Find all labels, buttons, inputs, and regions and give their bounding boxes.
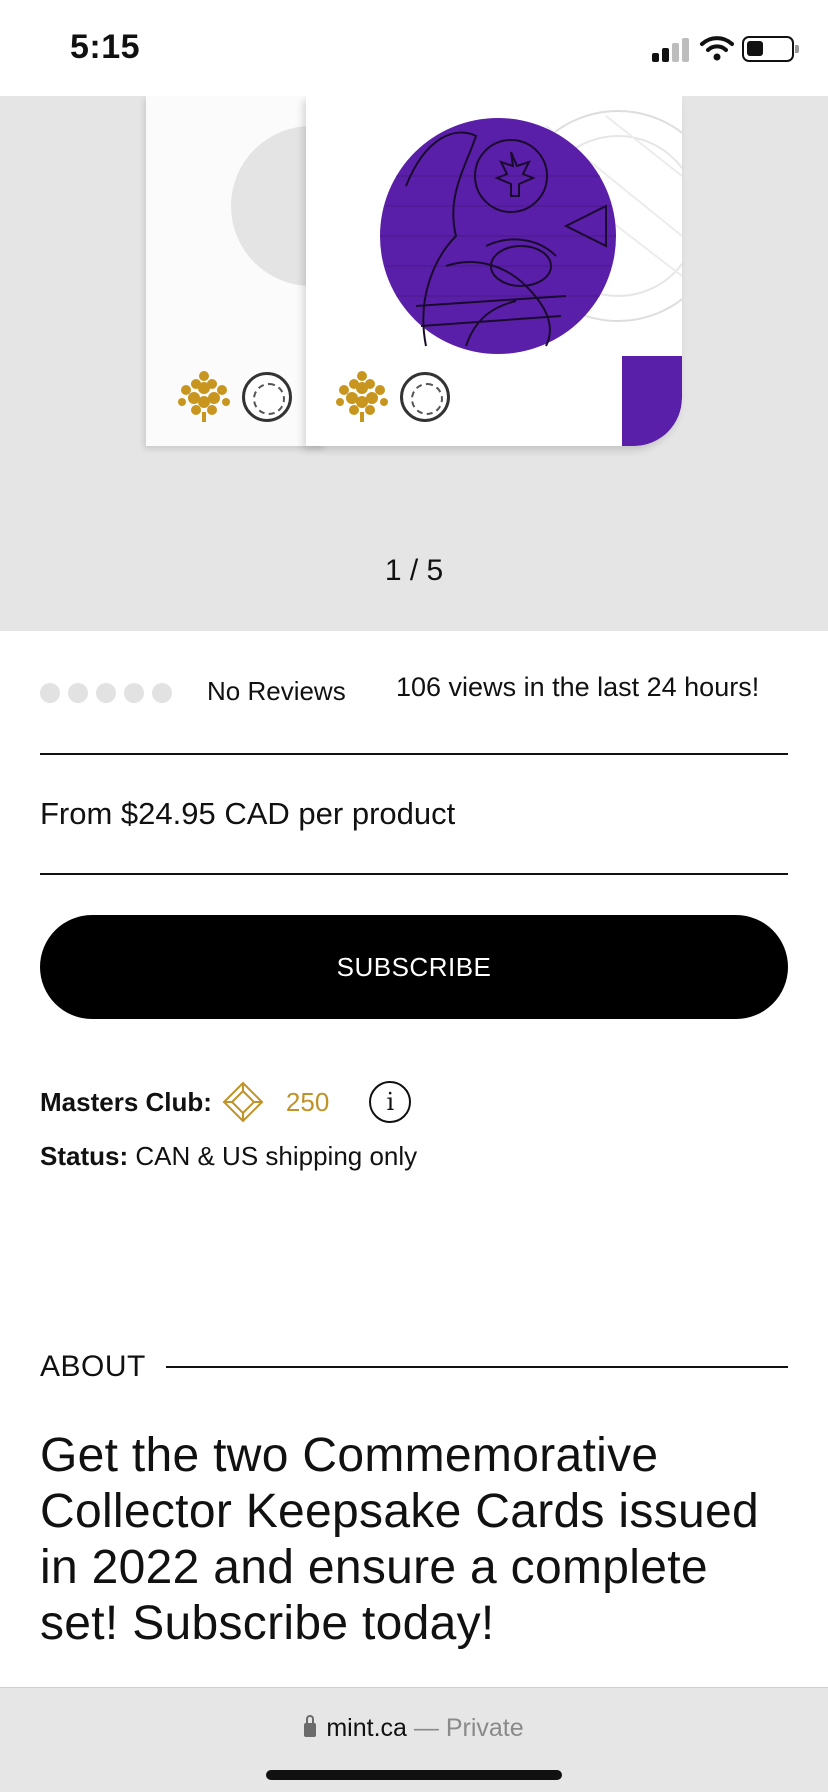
rating-dot-icon: [68, 683, 88, 703]
divider: [40, 753, 788, 755]
cellular-signal-icon: [652, 38, 689, 62]
battery-icon: [742, 36, 799, 62]
rating-dot-icon: [96, 683, 116, 703]
keepsake-card-front-image: [306, 96, 682, 446]
about-heading: ABOUT: [40, 1350, 146, 1383]
status-label: Status:: [40, 1141, 129, 1171]
status-bar: 5:15: [0, 0, 828, 96]
lock-icon: [304, 1715, 317, 1737]
divider: [40, 873, 788, 875]
reviews-link[interactable]: No Reviews: [207, 676, 346, 707]
info-icon[interactable]: i: [369, 1081, 412, 1123]
divider: [166, 1366, 788, 1368]
product-price: From $24.95 CAD per product: [40, 796, 456, 831]
maple-leaf-logo: [336, 371, 388, 422]
browser-address-bar[interactable]: mint.ca — Private: [0, 1687, 828, 1792]
about-description: Get the two Commemorative Collector Keep…: [40, 1429, 759, 1650]
shipping-status: Status: CAN & US shipping only: [40, 1141, 417, 1172]
url-display[interactable]: mint.ca — Private: [0, 1714, 828, 1743]
browsing-mode: Private: [445, 1714, 524, 1742]
masters-club-label: Masters Club:: [40, 1086, 212, 1117]
subscribe-button[interactable]: SUBSCRIBE: [40, 915, 788, 1019]
url-domain: mint.ca: [326, 1714, 407, 1742]
maple-leaf-logo: [178, 371, 230, 422]
status-value: CAN & US shipping only: [135, 1141, 418, 1171]
wifi-icon: [700, 36, 734, 61]
rating-dot-icon: [124, 683, 144, 703]
masters-club-points: 250: [285, 1086, 330, 1117]
rating-dot-icon: [152, 683, 172, 703]
mint-seal-logo: [242, 372, 292, 422]
views-count: 106 views in the last 24 hours!: [396, 672, 760, 702]
keepsake-card-back-image: [146, 96, 391, 446]
mint-seal-logo: [400, 372, 450, 422]
url-separator: —: [413, 1714, 439, 1742]
gallery-page-counter: 1 / 5: [384, 554, 444, 587]
home-indicator[interactable]: [266, 1770, 562, 1780]
star-rating[interactable]: [40, 683, 180, 703]
diamond-points-icon: [222, 1081, 264, 1123]
masters-club-row: Masters Club: 250 i: [40, 1080, 412, 1124]
status-time: 5:15: [70, 28, 141, 66]
rating-dot-icon: [40, 683, 60, 703]
product-image-gallery[interactable]: 1 / 5: [0, 96, 828, 631]
